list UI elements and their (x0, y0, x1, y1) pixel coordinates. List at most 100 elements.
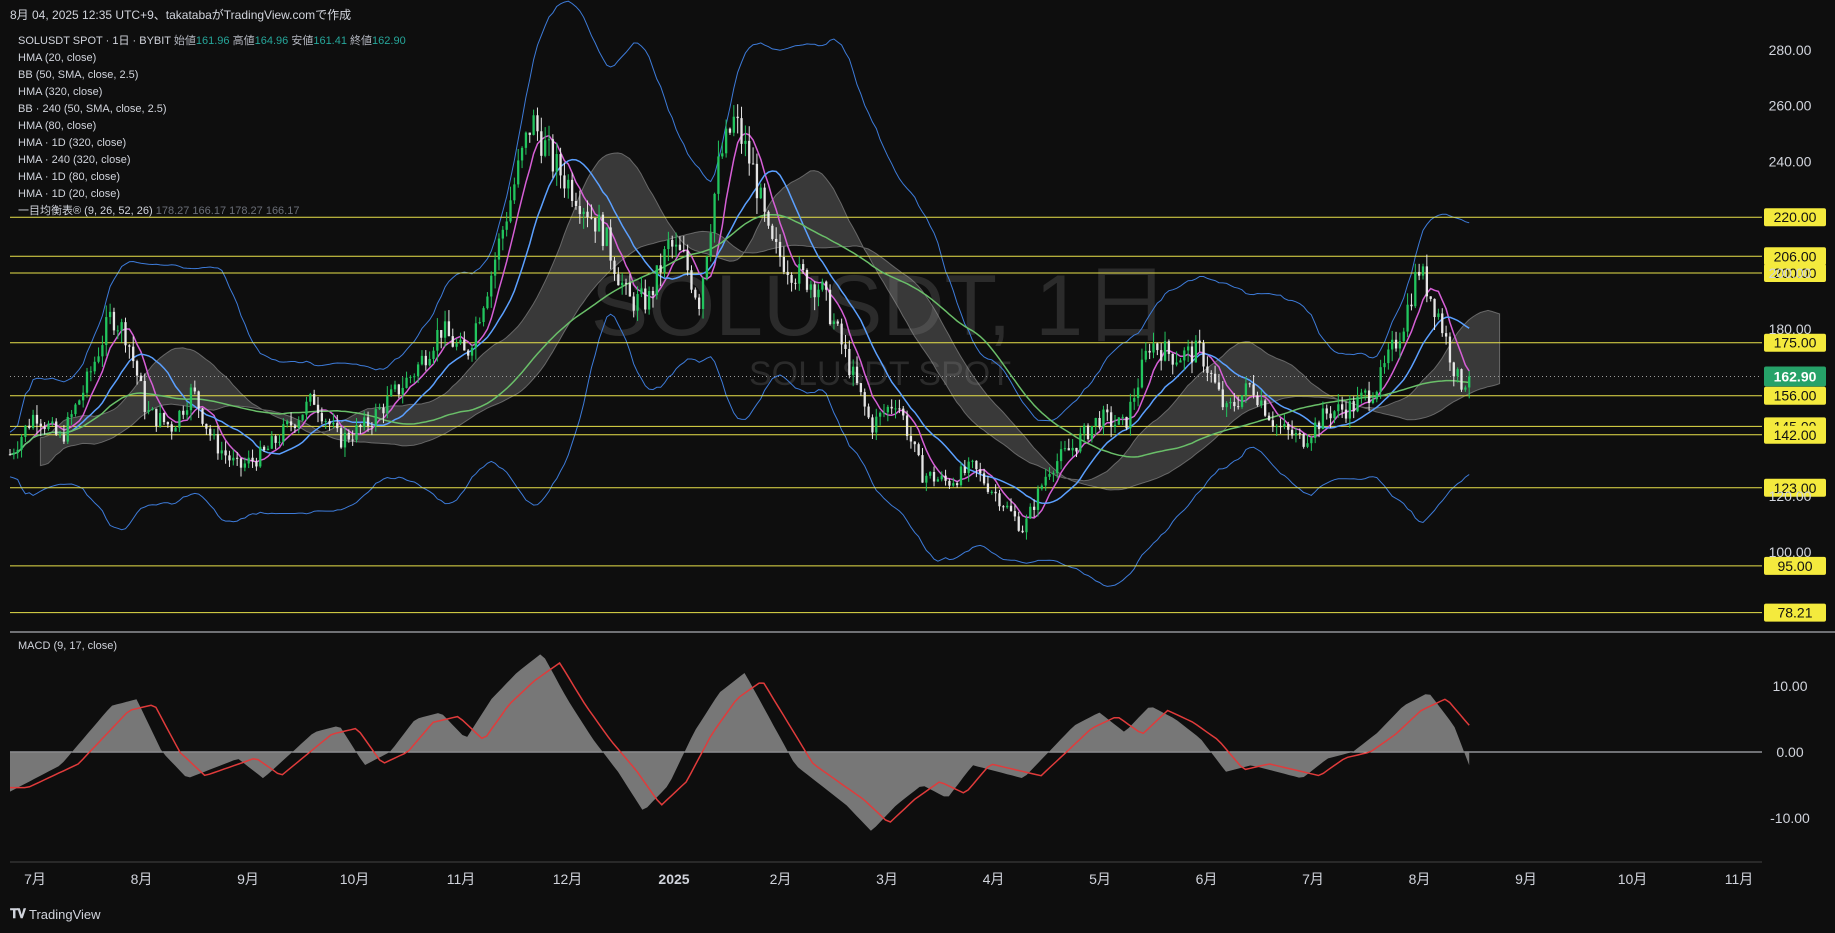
candle-body (1190, 346, 1194, 363)
candle-body (216, 433, 220, 454)
candle-body (1117, 417, 1120, 425)
indicator-label[interactable]: HMA (320, close) (18, 84, 406, 101)
candle-body (624, 282, 628, 284)
candle-body (1414, 271, 1417, 307)
time-tick-label: 8月 (131, 871, 153, 887)
footer: 𝐓𝐕 TradingView (10, 906, 101, 922)
candle-body (1113, 424, 1117, 427)
indicator-label[interactable]: HMA · 240 (320, close) (18, 152, 406, 169)
candle-body (724, 128, 728, 154)
candle-body (1006, 505, 1009, 508)
candle-body (74, 404, 77, 415)
candle-body (224, 450, 227, 456)
candle-body (990, 491, 993, 493)
candle-body (416, 364, 420, 377)
indicator-label[interactable]: HMA (20, close) (18, 50, 406, 67)
candle-body (1306, 443, 1309, 447)
candle-body (1402, 331, 1405, 342)
candle-body (975, 460, 978, 470)
candle-body (470, 347, 474, 356)
candle-body (243, 463, 247, 468)
candle-body (62, 434, 66, 442)
candle-body (728, 128, 732, 133)
indicator-label[interactable]: HMA · 1D (320, close) (18, 135, 406, 152)
candle-body (844, 344, 847, 349)
candle-body (701, 278, 705, 309)
candle-body (1371, 399, 1375, 404)
candle-body (1379, 367, 1382, 392)
candle-body (1279, 426, 1282, 428)
candle-body (236, 457, 239, 459)
candle-body (925, 475, 928, 483)
indicator-label[interactable]: BB (50, SMA, close, 2.5) (18, 67, 406, 84)
candle-body (1356, 396, 1359, 412)
candle-body (332, 422, 335, 425)
candle-body (582, 211, 585, 214)
candle-body (705, 256, 709, 279)
ohlc-label: 終値 (346, 35, 373, 47)
candle-body (262, 446, 266, 451)
candle-body (1044, 476, 1047, 486)
candle-body (613, 260, 616, 275)
ohlc-value: 161.41 (313, 35, 347, 47)
candle-body (1167, 341, 1171, 354)
indicator-label[interactable]: HMA · 1D (80, close) (18, 169, 406, 186)
legend-symbol-row[interactable]: SOLUSDT SPOT · 1日 · BYBIT 始値161.96 高値164… (18, 33, 406, 50)
candle-body (467, 350, 470, 356)
candle-body (482, 308, 485, 323)
candle-body (1360, 392, 1363, 397)
candle-body (1317, 422, 1321, 430)
legend-ohlc: 始値161.96 高値164.96 安値161.41 終値162.90 (174, 35, 406, 47)
indicator-label[interactable]: HMA · 1D (20, close) (18, 186, 406, 203)
candle-body (478, 322, 481, 324)
candle-body (1186, 346, 1190, 351)
candle-body (782, 256, 786, 272)
candle-body (721, 153, 724, 157)
candle-body (451, 336, 454, 347)
candle-body (1052, 472, 1055, 475)
candle-body (24, 425, 27, 437)
candle-body (355, 425, 358, 440)
indicator-label[interactable]: BB · 240 (50, SMA, close, 2.5) (18, 101, 406, 118)
candle-body (859, 383, 863, 393)
candle-body (139, 375, 143, 382)
candle-body (532, 115, 535, 135)
candle-body (382, 407, 385, 414)
footer-brand: TradingView (29, 906, 101, 922)
candle-body (390, 389, 393, 397)
candle-body (316, 404, 320, 414)
macd-label[interactable]: MACD (9, 17, close) (18, 640, 117, 652)
candle-body (536, 115, 539, 132)
candle-body (239, 458, 243, 468)
candle-body (732, 116, 735, 133)
candle-body (305, 401, 308, 415)
candle-body (351, 439, 354, 441)
candle-body (1406, 304, 1409, 332)
ohlc-value: 162.90 (372, 35, 406, 47)
candle-body (1156, 343, 1159, 351)
candle-body (621, 282, 624, 286)
candle-body (363, 417, 366, 428)
legend-ichimoku[interactable]: 一目均衡表® (9, 26, 52, 26) 178.27 166.17 178… (18, 203, 406, 220)
candle-body (882, 412, 886, 414)
candle-body (555, 154, 558, 172)
candle-body (698, 297, 701, 309)
candle-body (474, 323, 478, 348)
candle-body (1329, 413, 1332, 419)
candle-body (694, 289, 697, 298)
candle-body (197, 391, 200, 409)
price-tick-label: 260.00 (1769, 98, 1812, 114)
candle-body (1248, 383, 1251, 385)
indicator-label[interactable]: HMA (80, close) (18, 118, 406, 135)
indicator-list: HMA (20, close) BB (50, SMA, close, 2.5) H… (18, 50, 406, 203)
candle-body (1237, 406, 1240, 408)
candle-body (524, 132, 528, 148)
candle-body (813, 284, 816, 298)
candle-body (709, 233, 712, 257)
candle-body (455, 343, 458, 347)
candle-body (1433, 298, 1436, 318)
candle-body (763, 187, 766, 212)
candle-body (47, 423, 50, 430)
candle-body (193, 387, 196, 392)
candle-body (1133, 398, 1136, 402)
